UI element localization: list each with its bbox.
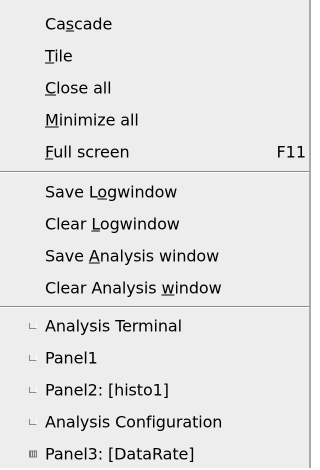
menu-item-panel1[interactable]: Panel1 [0,342,309,374]
menu-item-label: Save Logwindow [45,182,178,202]
radio-indicator-selected-icon [29,450,37,458]
menu-item-label: Minimize all [45,110,139,130]
menu-item-minimize-all[interactable]: Minimize all [0,104,309,136]
menu-item-label: Full screen [45,142,130,162]
menu-item-label: Clear Analysis window [45,278,222,298]
menu-item-clear-logwindow[interactable]: Clear Logwindow [0,208,309,240]
menu-item-label: Analysis Configuration [45,412,223,432]
radio-indicator-icon [29,323,37,329]
menu-item-label: Clear Logwindow [45,214,180,234]
menu-item-label: Panel1 [45,348,98,368]
radio-indicator-icon [29,387,37,393]
menu-item-label: Panel2: [histo1] [45,380,169,400]
menu-item-label: Cascade [45,14,113,34]
menu-item-panel3[interactable]: Panel3: [DataRate] [0,438,309,470]
menu-item-label: Analysis Terminal [45,316,182,336]
radio-indicator-icon [29,419,37,425]
window-menu: Cascade Tile Close all Minimize all Full… [0,0,311,468]
menu-item-analysis-configuration[interactable]: Analysis Configuration [0,406,309,438]
radio-indicator-icon [29,355,37,361]
menu-item-label: Panel3: [DataRate] [45,444,195,464]
menu-item-tile[interactable]: Tile [0,40,309,72]
menu-item-full-screen[interactable]: Full screen F11 [0,136,309,168]
menu-item-cascade[interactable]: Cascade [0,8,309,40]
menu-separator [0,306,309,308]
menu-item-save-logwindow[interactable]: Save Logwindow [0,176,309,208]
menu-item-label: Close all [45,78,112,98]
menu-item-clear-analysis-window[interactable]: Clear Analysis window [0,272,309,304]
menu-item-label: Save Analysis window [45,246,220,266]
menu-separator [0,171,309,173]
menu-item-analysis-terminal[interactable]: Analysis Terminal [0,310,309,342]
menu-item-panel2[interactable]: Panel2: [histo1] [0,374,309,406]
menu-item-close-all[interactable]: Close all [0,72,309,104]
menu-item-label: Tile [45,46,73,66]
shortcut-label: F11 [276,142,306,162]
menu-item-save-analysis-window[interactable]: Save Analysis window [0,240,309,272]
